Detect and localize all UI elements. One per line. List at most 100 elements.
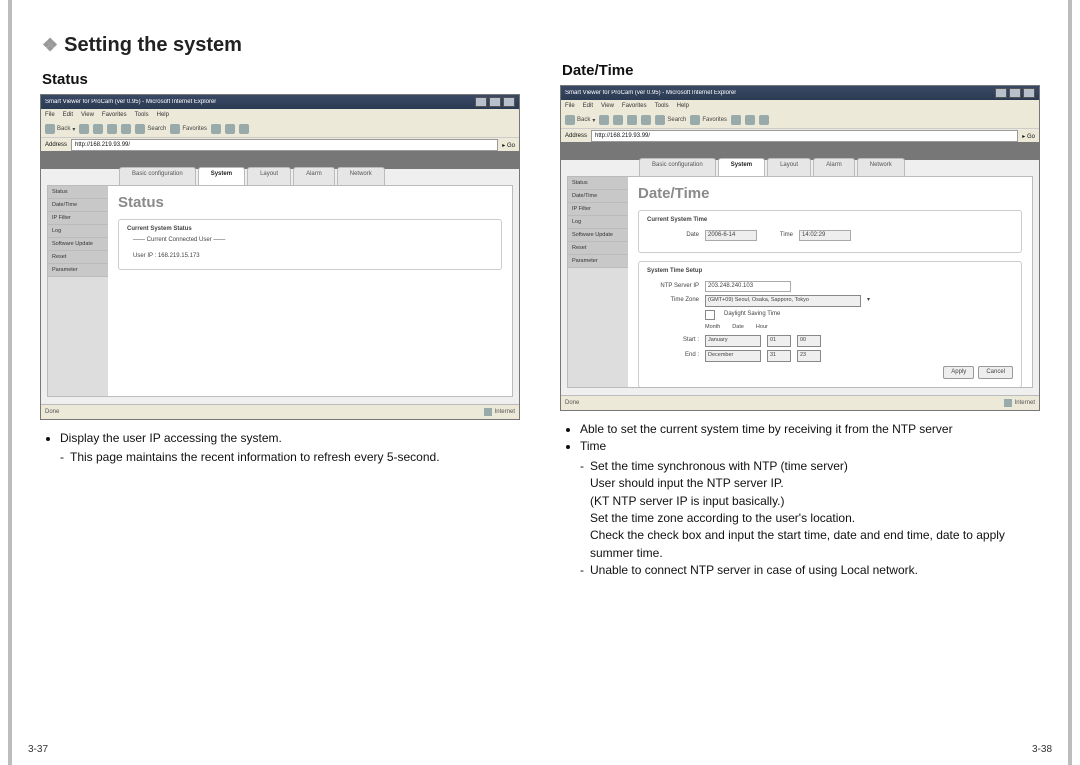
stop-icon[interactable] [93, 124, 103, 134]
sidebar-item-softwareupdate[interactable]: Software Update [568, 229, 628, 242]
favorites-button[interactable]: Favorites [690, 115, 727, 125]
home-icon[interactable] [641, 115, 651, 125]
sidebar-item-softwareupdate[interactable]: Software Update [48, 238, 108, 251]
timezone-select[interactable]: (GMT+09) Seoul, Osaka, Sapporo, Tokyo [705, 295, 861, 307]
sidebar-item-ipfilter[interactable]: IP Filter [48, 212, 108, 225]
main-area: Date/Time Current System Time Date 2006-… [628, 177, 1032, 387]
bullet-item: Display the user IP accessing the system… [60, 430, 520, 467]
dst-end-hour[interactable]: 23 [797, 350, 821, 362]
dst-start-hour[interactable]: 00 [797, 335, 821, 347]
cancel-button[interactable]: Cancel [978, 366, 1013, 380]
menu-tools[interactable]: Tools [135, 112, 149, 118]
mail-icon[interactable] [225, 124, 235, 134]
menu-help[interactable]: Help [157, 112, 169, 118]
dst-end-month[interactable]: December [705, 350, 761, 362]
history-icon[interactable] [731, 115, 741, 125]
tab-alarm[interactable]: Alarm [813, 158, 855, 176]
mail-icon[interactable] [745, 115, 755, 125]
refresh-icon[interactable] [627, 115, 637, 125]
menu-tools[interactable]: Tools [655, 103, 669, 109]
forward-icon[interactable] [599, 115, 609, 125]
window-title: Smart Viewer for ProCam (ver 0.95) - Mic… [45, 99, 216, 105]
menu-file[interactable]: File [45, 112, 55, 118]
back-button[interactable]: Back ▾ [565, 115, 595, 125]
two-column-layout: ❖Setting the system Status Smart Viewer … [40, 34, 1040, 743]
sidebar-item-reset[interactable]: Reset [568, 242, 628, 255]
forward-icon[interactable] [79, 124, 89, 134]
description-list-left: Display the user IP accessing the system… [42, 430, 520, 467]
tab-system[interactable]: System [718, 158, 765, 176]
diamond-icon: ❖ [42, 35, 58, 55]
left-page: ❖Setting the system Status Smart Viewer … [40, 34, 520, 743]
dst-checkbox[interactable] [705, 310, 715, 320]
ntp-server-input[interactable]: 203.248.240.103 [705, 281, 791, 292]
sidebar-item-status[interactable]: Status [568, 177, 628, 190]
favorites-button[interactable]: Favorites [170, 124, 207, 134]
chevron-down-icon[interactable]: ▾ [867, 296, 870, 306]
main-area: Status Current System Status —— Current … [108, 186, 512, 396]
maximize-icon[interactable] [1009, 88, 1021, 98]
sidebar-item-parameter[interactable]: Parameter [568, 255, 628, 268]
search-button[interactable]: Search [655, 115, 686, 125]
back-button[interactable]: Back ▾ [45, 124, 75, 134]
address-input[interactable]: http://168.219.93.99/ [71, 139, 498, 151]
refresh-icon[interactable] [107, 124, 117, 134]
page-title: Status [118, 194, 502, 211]
tab-layout[interactable]: Layout [247, 167, 291, 185]
go-button[interactable]: ▸ Go [1022, 133, 1035, 140]
menu-favorites[interactable]: Favorites [622, 103, 647, 109]
dst-end-label: End : [653, 351, 699, 361]
tab-network[interactable]: Network [337, 167, 385, 185]
go-button[interactable]: ▸ Go [502, 142, 515, 149]
menu-favorites[interactable]: Favorites [102, 112, 127, 118]
minimize-icon[interactable] [995, 88, 1007, 98]
status-text: Done [45, 409, 59, 415]
sidebar-item-log[interactable]: Log [48, 225, 108, 238]
tab-network[interactable]: Network [857, 158, 905, 176]
tab-alarm[interactable]: Alarm [293, 167, 335, 185]
print-icon[interactable] [759, 115, 769, 125]
description-list-right: Able to set the current system time by r… [562, 421, 1040, 580]
menu-edit[interactable]: Edit [583, 103, 593, 109]
address-input[interactable]: http://168.219.93.99/ [591, 130, 1018, 142]
close-icon[interactable] [503, 97, 515, 107]
tab-layout[interactable]: Layout [767, 158, 811, 176]
sidebar-item-log[interactable]: Log [568, 216, 628, 229]
user-ip-value: User IP : 168.219.15.173 [133, 252, 493, 262]
subsection-heading-datetime: Date/Time [562, 62, 1040, 79]
dst-end-date[interactable]: 31 [767, 350, 791, 362]
apply-button[interactable]: Apply [943, 366, 974, 380]
maximize-icon[interactable] [489, 97, 501, 107]
menu-view[interactable]: View [81, 112, 94, 118]
sidebar-item-datetime[interactable]: Date/Time [568, 190, 628, 203]
bullet-item: Able to set the current system time by r… [580, 421, 1040, 438]
menu-file[interactable]: File [565, 103, 575, 109]
print-icon[interactable] [239, 124, 249, 134]
sidebar-item-datetime[interactable]: Date/Time [48, 199, 108, 212]
sidebar-item-ipfilter[interactable]: IP Filter [568, 203, 628, 216]
panel-body: —— Current Connected User —— User IP : 1… [127, 232, 493, 263]
workspace: Status Date/Time IP Filter Log Software … [47, 185, 513, 397]
menu-view[interactable]: View [601, 103, 614, 109]
stop-icon[interactable] [613, 115, 623, 125]
menu-help[interactable]: Help [677, 103, 689, 109]
sidebar-item-reset[interactable]: Reset [48, 251, 108, 264]
browser-toolbar: Back ▾ Search Favorites [561, 112, 1039, 129]
dst-start-month[interactable]: January [705, 335, 761, 347]
panel-current-system-time: Current System Time Date 2006-6-14 Time … [638, 210, 1022, 253]
section-heading: ❖Setting the system [42, 34, 520, 57]
home-icon[interactable] [121, 124, 131, 134]
address-label: Address [45, 142, 67, 148]
tab-system[interactable]: System [198, 167, 245, 185]
minimize-icon[interactable] [475, 97, 487, 107]
history-icon[interactable] [211, 124, 221, 134]
search-button[interactable]: Search [135, 124, 166, 134]
dst-start-date[interactable]: 01 [767, 335, 791, 347]
close-icon[interactable] [1023, 88, 1035, 98]
sidebar-item-status[interactable]: Status [48, 186, 108, 199]
tab-basic-configuration[interactable]: Basic configuration [119, 167, 196, 185]
menu-edit[interactable]: Edit [63, 112, 73, 118]
tab-basic-configuration[interactable]: Basic configuration [639, 158, 716, 176]
window-titlebar: Smart Viewer for ProCam (ver 0.95) - Mic… [41, 95, 519, 109]
sidebar-item-parameter[interactable]: Parameter [48, 264, 108, 277]
